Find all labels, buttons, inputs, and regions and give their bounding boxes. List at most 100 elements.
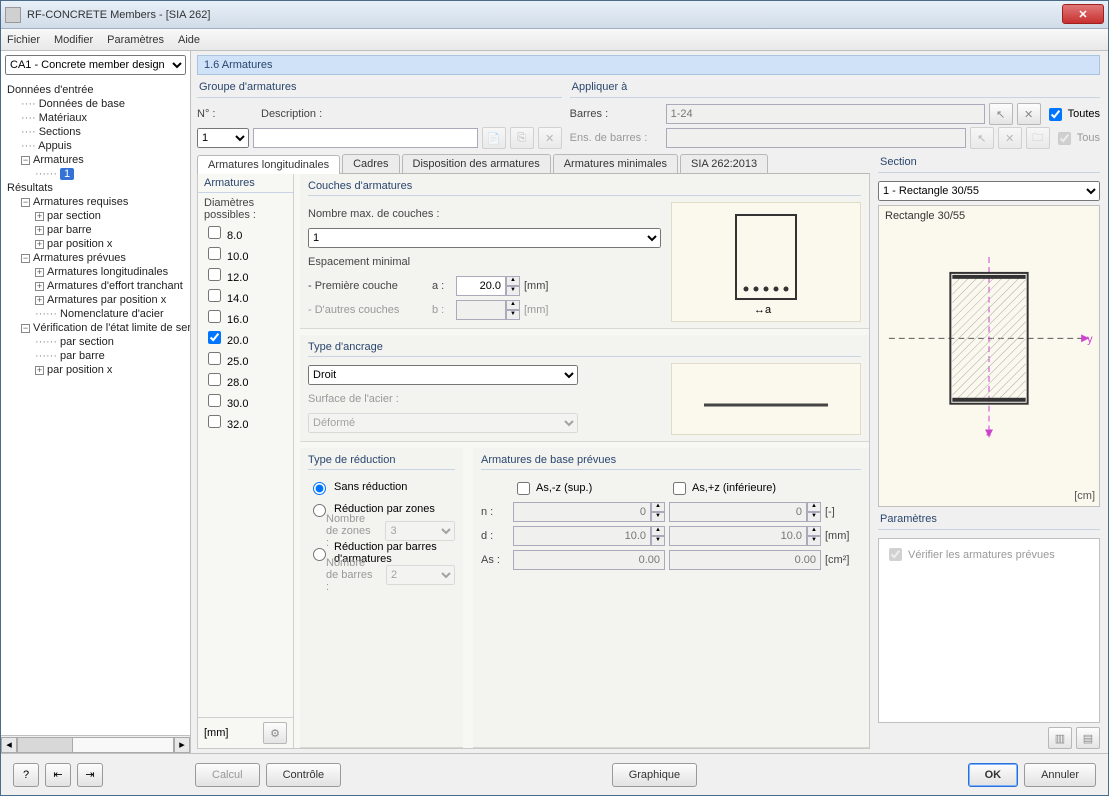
scroll-right-icon[interactable]: ▸ — [174, 737, 190, 753]
diam-edit-icon[interactable]: ⚙ — [263, 722, 287, 744]
tree-supports[interactable]: ···· Appuis — [1, 139, 190, 153]
tab-longitudinal[interactable]: Armatures longitudinales — [197, 155, 340, 174]
section-panel: Section 1 - Rectangle 30/55 Rectangle 30… — [878, 154, 1100, 749]
tree-req-sec[interactable]: +par section — [1, 209, 190, 223]
nbars-select: 2 — [386, 565, 455, 585]
spin-up-icon[interactable]: ▲ — [506, 276, 520, 286]
reinf-no-select[interactable]: 1 — [197, 128, 249, 148]
diam-option[interactable]: 14.0 — [204, 286, 287, 307]
spacing-a-input[interactable] — [456, 276, 506, 296]
folder-icon[interactable]: 🗀 — [1026, 127, 1050, 149]
bars-input[interactable] — [666, 104, 985, 124]
delete-group-icon[interactable]: ✕ — [538, 127, 562, 149]
clear-sets-icon[interactable]: ✕ — [998, 127, 1022, 149]
panel-layers-title: Couches d'armatures — [308, 180, 861, 196]
next-button[interactable]: ⇥ — [77, 763, 103, 787]
n-bot-input[interactable] — [669, 502, 807, 522]
sets-input[interactable] — [666, 128, 966, 148]
case-combo[interactable]: CA1 - Concrete member design — [5, 55, 186, 75]
page-title: 1.6 Armatures — [197, 55, 1100, 75]
diam-option[interactable]: 30.0 — [204, 391, 287, 412]
tree-nomen[interactable]: ······ Nomenclature d'acier — [1, 307, 190, 321]
tree-sls-pos[interactable]: +par position x — [1, 363, 190, 377]
tree-sls-bar[interactable]: ······ par barre — [1, 349, 190, 363]
ok-button[interactable]: OK — [968, 763, 1019, 787]
tree-prov-shear[interactable]: +Armatures d'effort tranchant — [1, 279, 190, 293]
diam-unit: [mm] — [204, 727, 228, 739]
tree-req-bar[interactable]: +par barre — [1, 223, 190, 237]
help-button[interactable]: ? — [13, 763, 39, 787]
menu-modify[interactable]: Modifier — [54, 34, 93, 46]
tab-layout[interactable]: Disposition des armatures — [402, 154, 551, 173]
pick-bars-icon[interactable]: ↖ — [989, 103, 1013, 125]
tab-stirrups[interactable]: Cadres — [342, 154, 399, 173]
d-top-input[interactable] — [513, 526, 651, 546]
menu-params[interactable]: Paramètres — [107, 34, 164, 46]
chk-as-top[interactable]: As,-z (sup.) — [513, 479, 665, 498]
clear-bars-icon[interactable]: ✕ — [1017, 103, 1041, 125]
tree-prov-pos[interactable]: +Armatures par position x — [1, 293, 190, 307]
tree-input[interactable]: Données d'entrée — [1, 83, 190, 97]
diam-list[interactable]: Diamètres possibles : 8.0 10.0 12.0 14.0… — [198, 193, 293, 717]
section-select[interactable]: 1 - Rectangle 30/55 — [878, 181, 1100, 201]
graphic-button[interactable]: Graphique — [612, 763, 697, 787]
titlebar: RF-CONCRETE Members - [SIA 262] ✕ — [1, 1, 1108, 29]
navigator-tree[interactable]: Données d'entrée ···· Données de base ··… — [1, 81, 190, 735]
page-panel: 1.6 Armatures Groupe d'armatures N° : De… — [191, 51, 1108, 753]
scroll-thumb[interactable] — [18, 738, 73, 752]
spin-down-icon[interactable]: ▼ — [506, 286, 520, 296]
tree-results[interactable]: Résultats — [1, 181, 190, 195]
window-title: RF-CONCRETE Members - [SIA 262] — [27, 9, 210, 21]
diam-option[interactable]: 10.0 — [204, 244, 287, 265]
tree-sls-sec[interactable]: ······ par section — [1, 335, 190, 349]
max-layers-select[interactable]: 1 — [308, 228, 661, 248]
diam-option[interactable]: 28.0 — [204, 370, 287, 391]
chk-verify-provided[interactable]: Vérifier les armatures prévues — [885, 545, 1055, 564]
radio-none[interactable]: Sans réduction — [308, 476, 455, 498]
tree-required[interactable]: −Armatures requises — [1, 195, 190, 209]
copy-group-icon[interactable]: ⎘ — [510, 127, 534, 149]
tree-hscroll[interactable]: ◂ ▸ — [1, 735, 190, 753]
chk-all-bars[interactable]: Toutes — [1045, 105, 1100, 124]
tree-sls[interactable]: −Vérification de l'état limite de servic… — [1, 321, 190, 335]
tab-minimal[interactable]: Armatures minimales — [553, 154, 678, 173]
layers-diagram: ↔a — [671, 202, 861, 322]
chk-as-bot[interactable]: As,+z (inférieure) — [669, 479, 821, 498]
check-button[interactable]: Contrôle — [266, 763, 342, 787]
diam-option[interactable]: 25.0 — [204, 349, 287, 370]
tree-rebar-1[interactable]: ······ 1 — [1, 167, 190, 181]
tree-materials[interactable]: ···· Matériaux — [1, 111, 190, 125]
tree-req-pos[interactable]: +par position x — [1, 237, 190, 251]
tree-base[interactable]: ···· Données de base — [1, 97, 190, 111]
diam-option[interactable]: 16.0 — [204, 307, 287, 328]
spacing-b-input — [456, 300, 506, 320]
pick-sets-icon[interactable]: ↖ — [970, 127, 994, 149]
close-button[interactable]: ✕ — [1062, 4, 1104, 24]
reinf-desc-input[interactable] — [253, 128, 478, 148]
tree-prov-long[interactable]: +Armatures longitudinales — [1, 265, 190, 279]
diam-option[interactable]: 32.0 — [204, 412, 287, 433]
scroll-left-icon[interactable]: ◂ — [1, 737, 17, 753]
tree-rebar[interactable]: −Armatures — [1, 153, 190, 167]
diam-option[interactable]: 12.0 — [204, 265, 287, 286]
prev-button[interactable]: ⇤ — [45, 763, 71, 787]
section-view: Rectangle 30/55 y z — [878, 205, 1100, 507]
cancel-button[interactable]: Annuler — [1024, 763, 1096, 787]
menu-file[interactable]: Fichier — [7, 34, 40, 46]
calc-button[interactable]: Calcul — [195, 763, 260, 787]
diam-option[interactable]: 20.0 — [204, 328, 287, 349]
view-settings-icon[interactable]: ▥ — [1048, 727, 1072, 749]
new-group-icon[interactable]: 📄 — [482, 127, 506, 149]
tree-sections[interactable]: ···· Sections — [1, 125, 190, 139]
menu-help[interactable]: Aide — [178, 34, 200, 46]
tab-sia[interactable]: SIA 262:2013 — [680, 154, 768, 173]
anchor-type-select[interactable]: Droit — [308, 365, 578, 385]
view-print-icon[interactable]: ▤ — [1076, 727, 1100, 749]
rebar-diameters: Armatures Diamètres possibles : 8.0 10.0… — [198, 174, 294, 748]
diam-option[interactable]: 8.0 — [204, 223, 287, 244]
n-top-input[interactable] — [513, 502, 651, 522]
navigator-panel: CA1 - Concrete member design Données d'e… — [1, 51, 191, 753]
chk-all-sets[interactable]: Tous — [1054, 129, 1100, 148]
tree-provided[interactable]: −Armatures prévues — [1, 251, 190, 265]
d-bot-input[interactable] — [669, 526, 807, 546]
